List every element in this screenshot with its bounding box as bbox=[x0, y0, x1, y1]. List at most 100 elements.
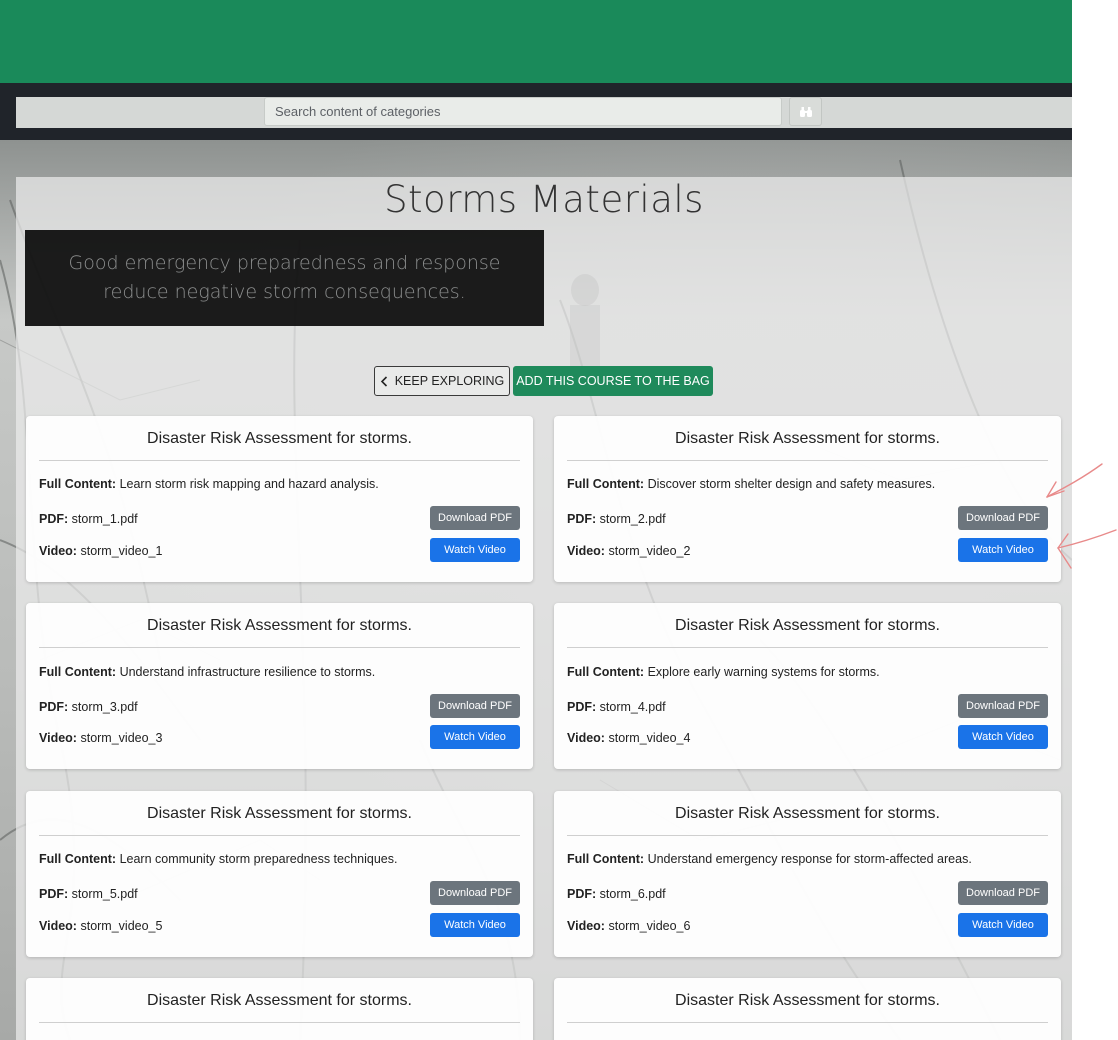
course-card: Disaster Risk Assessment for storms. Ful… bbox=[26, 791, 533, 957]
card-content-line: Full Content: Understand infrastructure … bbox=[39, 665, 375, 679]
card-title: Disaster Risk Assessment for storms. bbox=[675, 617, 940, 634]
download-pdf-button[interactable]: Download PDF bbox=[958, 881, 1048, 905]
pdf-filename: storm_5.pdf bbox=[71, 887, 138, 901]
video-label: Video: bbox=[567, 919, 605, 933]
video-name: storm_video_2 bbox=[608, 544, 691, 558]
course-card: Disaster Risk Assessment for storms. bbox=[554, 978, 1061, 1040]
pdf-label: PDF: bbox=[39, 512, 69, 526]
video-name: storm_video_5 bbox=[80, 919, 163, 933]
download-pdf-button[interactable]: Download PDF bbox=[958, 506, 1048, 530]
card-title: Disaster Risk Assessment for storms. bbox=[147, 992, 412, 1009]
page-title: Storms Materials bbox=[384, 178, 704, 221]
card-title: Disaster Risk Assessment for storms. bbox=[675, 992, 940, 1009]
card-video-line: Video: storm_video_1 bbox=[39, 544, 162, 558]
card-content-line: Full Content: Learn storm risk mapping a… bbox=[39, 477, 379, 491]
card-divider bbox=[39, 647, 520, 648]
card-video-line: Video: storm_video_6 bbox=[567, 919, 690, 933]
keep-exploring-label: KEEP EXPLORING bbox=[394, 374, 505, 388]
card-content: Learn storm risk mapping and hazard anal… bbox=[119, 477, 379, 491]
course-card: Disaster Risk Assessment for storms. Ful… bbox=[554, 791, 1061, 957]
add-to-bag-label: ADD THIS COURSE TO THE BAG bbox=[516, 374, 710, 388]
card-content: Learn community storm preparedness techn… bbox=[119, 852, 398, 866]
add-to-bag-button[interactable]: ADD THIS COURSE TO THE BAG bbox=[513, 366, 713, 396]
card-content-line: Full Content: Explore early warning syst… bbox=[567, 665, 880, 679]
pdf-filename: storm_3.pdf bbox=[71, 700, 138, 714]
full-content-label: Full Content: bbox=[567, 665, 645, 679]
search-input[interactable] bbox=[264, 97, 782, 126]
course-card: Disaster Risk Assessment for storms. Ful… bbox=[554, 603, 1061, 769]
video-label: Video: bbox=[39, 731, 77, 745]
card-title: Disaster Risk Assessment for storms. bbox=[147, 617, 412, 634]
video-name: storm_video_1 bbox=[80, 544, 163, 558]
card-title: Disaster Risk Assessment for storms. bbox=[675, 430, 940, 447]
card-title: Disaster Risk Assessment for storms. bbox=[147, 430, 412, 447]
card-divider bbox=[39, 835, 520, 836]
card-video-line: Video: storm_video_5 bbox=[39, 919, 162, 933]
card-pdf-line: PDF: storm_6.pdf bbox=[567, 887, 666, 901]
card-video-line: Video: storm_video_3 bbox=[39, 731, 162, 745]
card-divider bbox=[39, 1022, 520, 1023]
video-name: storm_video_6 bbox=[608, 919, 691, 933]
pdf-filename: storm_4.pdf bbox=[599, 700, 666, 714]
card-pdf-line: PDF: storm_5.pdf bbox=[39, 887, 138, 901]
card-divider bbox=[567, 1022, 1048, 1023]
card-content-line: Full Content: Understand emergency respo… bbox=[567, 852, 972, 866]
keep-exploring-button[interactable]: KEEP EXPLORING bbox=[374, 366, 510, 396]
watch-video-button[interactable]: Watch Video bbox=[430, 538, 520, 562]
full-content-label: Full Content: bbox=[39, 665, 117, 679]
download-pdf-button[interactable]: Download PDF bbox=[958, 694, 1048, 718]
card-pdf-line: PDF: storm_4.pdf bbox=[567, 700, 666, 714]
watch-video-button[interactable]: Watch Video bbox=[958, 913, 1048, 937]
course-card: Disaster Risk Assessment for storms. bbox=[26, 978, 533, 1040]
video-name: storm_video_3 bbox=[80, 731, 163, 745]
card-title: Disaster Risk Assessment for storms. bbox=[147, 805, 412, 822]
watch-video-button[interactable]: Watch Video bbox=[430, 725, 520, 749]
binoculars-icon bbox=[799, 106, 812, 117]
chevron-left-icon bbox=[380, 375, 387, 387]
card-content: Understand emergency response for storm-… bbox=[647, 852, 972, 866]
full-content-label: Full Content: bbox=[567, 477, 645, 491]
video-label: Video: bbox=[39, 544, 77, 558]
video-label: Video: bbox=[567, 544, 605, 558]
pdf-label: PDF: bbox=[39, 700, 69, 714]
video-label: Video: bbox=[567, 731, 605, 745]
card-content: Explore early warning systems for storms… bbox=[647, 665, 880, 679]
pdf-label: PDF: bbox=[567, 887, 597, 901]
course-card: Disaster Risk Assessment for storms. Ful… bbox=[554, 416, 1061, 582]
watch-video-button[interactable]: Watch Video bbox=[430, 913, 520, 937]
card-video-line: Video: storm_video_2 bbox=[567, 544, 690, 558]
watch-video-button[interactable]: Watch Video bbox=[958, 538, 1048, 562]
course-card: Disaster Risk Assessment for storms. Ful… bbox=[26, 416, 533, 582]
viewport: Storms Materials Good emergency prepared… bbox=[0, 0, 1072, 1040]
course-card: Disaster Risk Assessment for storms. Ful… bbox=[26, 603, 533, 769]
pdf-label: PDF: bbox=[39, 887, 69, 901]
tagline-text: Good emergency preparedness and response… bbox=[68, 252, 501, 303]
card-title: Disaster Risk Assessment for storms. bbox=[675, 805, 940, 822]
top-banner bbox=[0, 0, 1072, 83]
download-pdf-button[interactable]: Download PDF bbox=[430, 506, 520, 530]
card-video-line: Video: storm_video_4 bbox=[567, 731, 690, 745]
card-pdf-line: PDF: storm_1.pdf bbox=[39, 512, 138, 526]
tagline-box: Good emergency preparedness and response… bbox=[25, 230, 544, 326]
card-divider bbox=[567, 647, 1048, 648]
pdf-label: PDF: bbox=[567, 700, 597, 714]
download-pdf-button[interactable]: Download PDF bbox=[430, 881, 520, 905]
watch-video-button[interactable]: Watch Video bbox=[958, 725, 1048, 749]
card-content: Understand infrastructure resilience to … bbox=[119, 665, 376, 679]
pdf-filename: storm_2.pdf bbox=[599, 512, 666, 526]
video-label: Video: bbox=[39, 919, 77, 933]
pdf-filename: storm_1.pdf bbox=[71, 512, 138, 526]
full-content-label: Full Content: bbox=[39, 852, 117, 866]
pdf-filename: storm_6.pdf bbox=[599, 887, 666, 901]
full-content-label: Full Content: bbox=[39, 477, 117, 491]
card-divider bbox=[39, 460, 520, 461]
card-content-line: Full Content: Learn community storm prep… bbox=[39, 852, 397, 866]
card-pdf-line: PDF: storm_3.pdf bbox=[39, 700, 138, 714]
card-divider bbox=[567, 835, 1048, 836]
card-pdf-line: PDF: storm_2.pdf bbox=[567, 512, 666, 526]
annotation-arrows bbox=[1046, 463, 1117, 569]
search-button[interactable] bbox=[789, 97, 822, 126]
download-pdf-button[interactable]: Download PDF bbox=[430, 694, 520, 718]
pdf-label: PDF: bbox=[567, 512, 597, 526]
card-content: Discover storm shelter design and safety… bbox=[647, 477, 936, 491]
